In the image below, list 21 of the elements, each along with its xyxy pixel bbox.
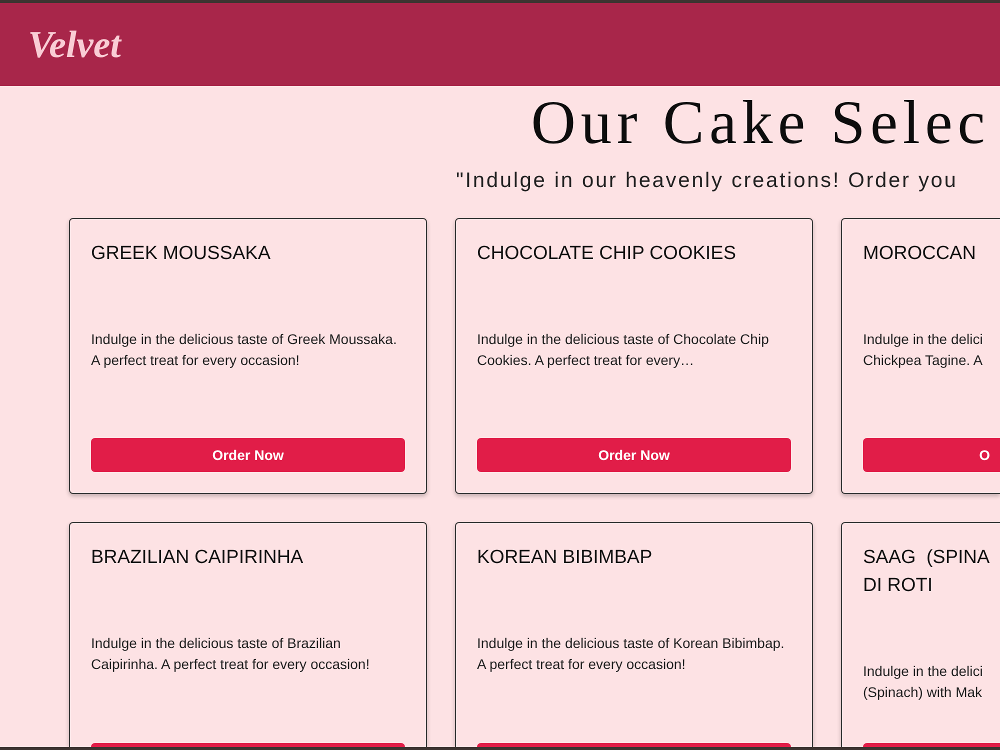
product-title: SAAG (SPINA DI ROTI bbox=[863, 546, 991, 598]
order-button[interactable]: O bbox=[863, 438, 1000, 472]
order-button[interactable] bbox=[477, 743, 791, 747]
order-button[interactable]: Order Now bbox=[91, 438, 405, 472]
order-button[interactable]: Order Now bbox=[477, 438, 791, 472]
product-description: Indulge in the delicious taste of Chocolate Chip Cookies. A perfect treat for every… bbox=[477, 330, 770, 370]
product-description: Indulge in the delici Chickpea Tagine. A bbox=[863, 330, 984, 370]
product-title: CHOCOLATE CHIP COOKIES bbox=[477, 242, 738, 266]
order-button[interactable] bbox=[91, 743, 405, 747]
product-description: Indulge in the delicious taste of Brazilian Caipirinha. A perfect treat for every occasion! bbox=[91, 634, 371, 674]
page-title: Our Cake Selec bbox=[531, 92, 990, 154]
product-title: MOROCCAN bbox=[863, 242, 977, 266]
product-title: BRAZILIAN CAIPIRINHA bbox=[91, 546, 304, 570]
logo[interactable]: Velvet bbox=[28, 26, 121, 64]
product-description: Indulge in the delici (Spinach) with Mak bbox=[863, 662, 984, 702]
product-title: GREEK MOUSSAKA bbox=[91, 242, 272, 266]
product-title: KOREAN BIBIMBAP bbox=[477, 546, 654, 570]
product-description: Indulge in the delicious taste of Greek Moussaka. A perfect treat for every occasion! bbox=[91, 330, 398, 370]
page-subtitle: "Indulge in our heavenly creations! Order you bbox=[456, 170, 958, 191]
product-description: Indulge in the delicious taste of Korean Bibimbap. A perfect treat for every occasion! bbox=[477, 634, 786, 674]
order-button[interactable] bbox=[863, 743, 1000, 747]
